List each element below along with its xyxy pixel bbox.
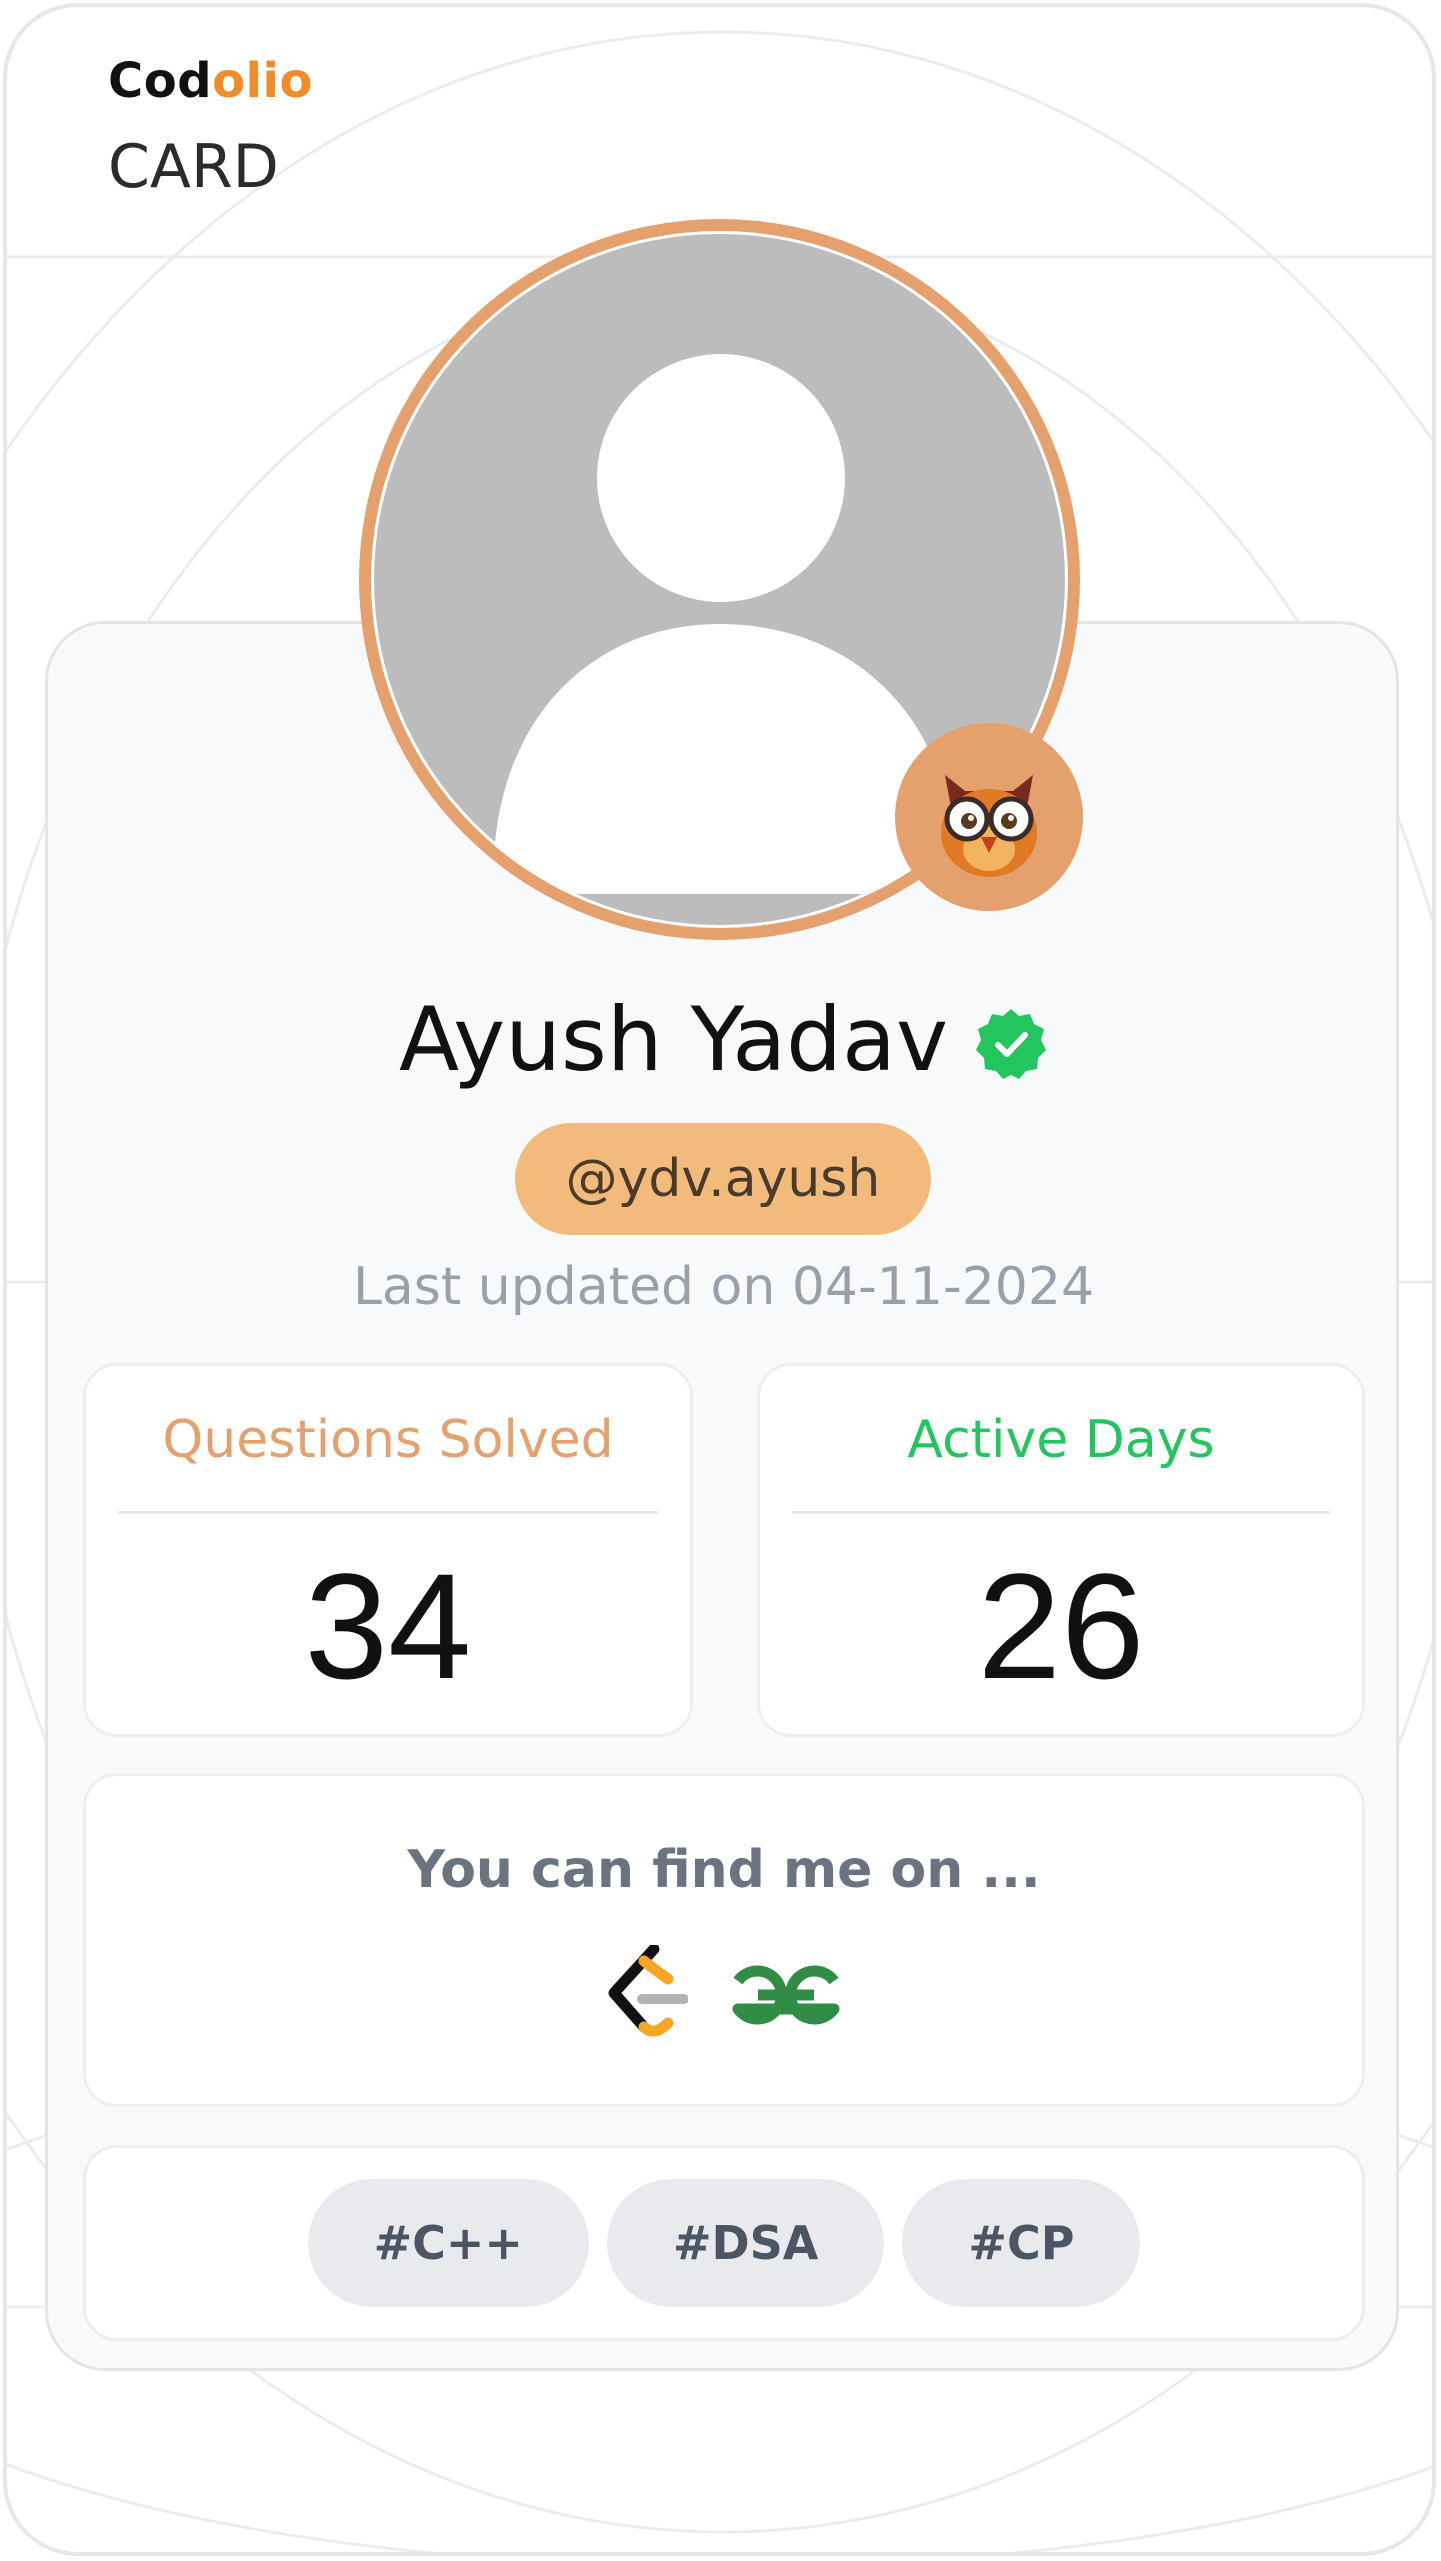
platform-links: [86, 1940, 1362, 2050]
platforms-card: You can find me on ...: [83, 1773, 1365, 2107]
tags-card: #C++ #DSA #CP: [83, 2145, 1365, 2341]
tag-cp[interactable]: #CP: [902, 2179, 1141, 2307]
divider: [118, 1511, 658, 1514]
questions-solved-value: 34: [304, 1542, 472, 1710]
owl-badge: [895, 723, 1083, 911]
geeksforgeeks-icon: [732, 1965, 840, 2025]
brand-name-part2: olio: [212, 53, 313, 109]
active-days-card: Active Days 26: [757, 1363, 1365, 1737]
leetcode-icon: [608, 1943, 689, 2037]
tag-cpp[interactable]: #C++: [307, 2179, 589, 2307]
active-days-value: 26: [977, 1542, 1145, 1710]
brand-logo: Codolio: [108, 57, 313, 105]
username-badge: @ydv.ayush: [515, 1123, 931, 1235]
name-row: Ayush Yadav: [7, 985, 1432, 1095]
profile-card: Codolio CARD Ayush Yadav @ydv.ayush Last…: [3, 3, 1436, 2556]
verified-badge-icon: [976, 1009, 1047, 1079]
divider: [792, 1511, 1330, 1514]
geeksforgeeks-link[interactable]: [728, 1955, 844, 2035]
questions-solved-label: Questions Solved: [162, 1410, 614, 1470]
owl-with-glasses-icon: [941, 775, 1037, 877]
profile-name: Ayush Yadav: [398, 988, 949, 1091]
questions-solved-card: Questions Solved 34: [83, 1363, 693, 1737]
brand-subtitle: CARD: [108, 132, 279, 202]
active-days-label: Active Days: [907, 1410, 1215, 1470]
brand-name-part1: Cod: [108, 53, 213, 109]
tag-dsa[interactable]: #DSA: [606, 2179, 885, 2307]
platforms-title: You can find me on ...: [407, 1840, 1041, 1900]
leetcode-link[interactable]: [604, 1943, 689, 2045]
last-updated-text: Last updated on 04-11-2024: [352, 1257, 1095, 1317]
